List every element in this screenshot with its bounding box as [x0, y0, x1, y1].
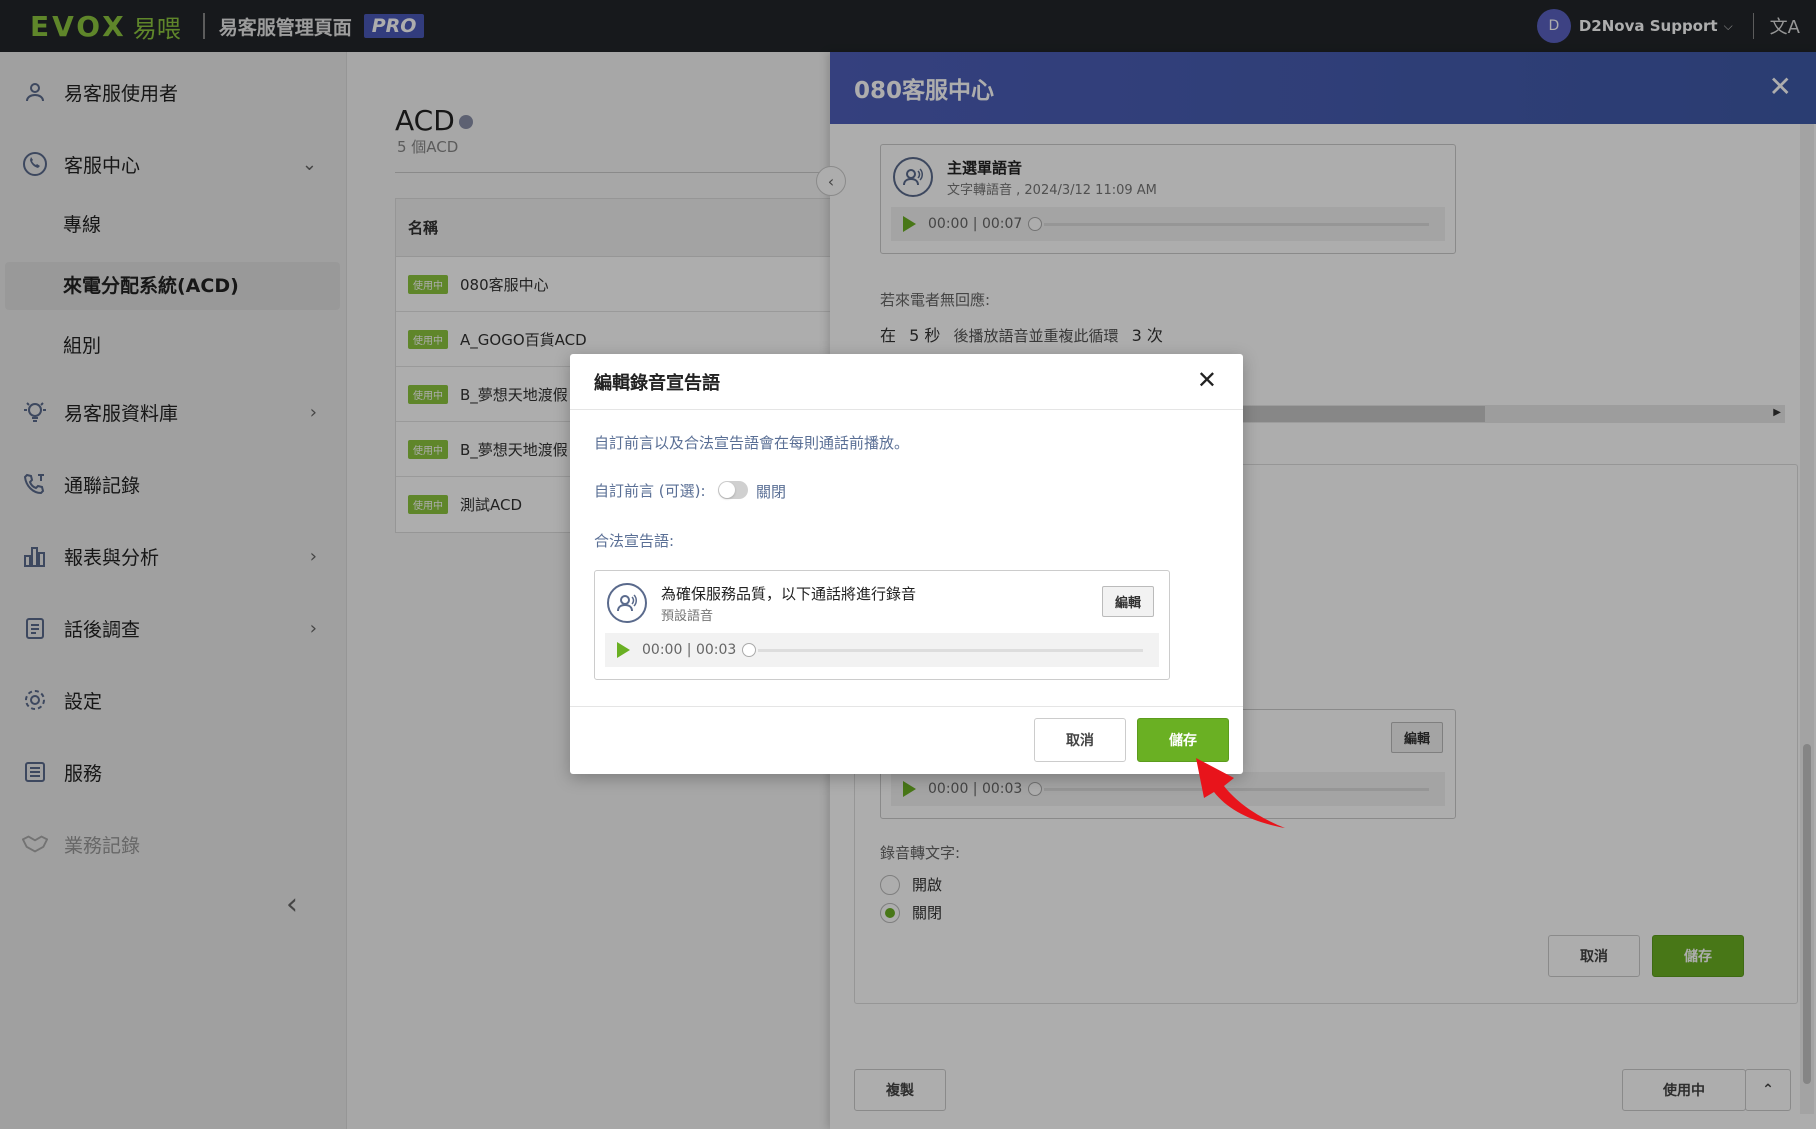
- modal-title: 編輯錄音宣告語: [594, 372, 720, 394]
- custom-intro-label: 自訂前言 (可選):: [594, 482, 706, 500]
- toggle-state-label: 關閉: [756, 483, 787, 501]
- modal-description: 自訂前言以及合法宣告語會在每則通話前播放。: [594, 434, 910, 452]
- audio-player: 00:00 | 00:03: [605, 633, 1159, 667]
- time-readout: 00:00 | 00:03: [642, 642, 737, 658]
- seek-knob[interactable]: [742, 643, 757, 657]
- modal-header: 編輯錄音宣告語: [570, 354, 1243, 410]
- voice-meta: 預設語音: [661, 609, 714, 624]
- voice-icon: [607, 583, 647, 623]
- modal-footer-divider: [570, 706, 1243, 707]
- cancel-button[interactable]: 取消: [1034, 718, 1126, 762]
- legal-announcement-label: 合法宣告語:: [594, 532, 675, 550]
- legal-voice-card: 為確保服務品質，以下通話將進行錄音 預設語音 編輯 00:00 | 00:03: [594, 570, 1170, 680]
- edit-button[interactable]: 編輯: [1102, 586, 1155, 617]
- play-icon[interactable]: [617, 642, 630, 658]
- seek-track[interactable]: [758, 648, 1143, 652]
- close-icon[interactable]: ✕: [1197, 366, 1217, 394]
- edit-announcement-modal: 編輯錄音宣告語 ✕ 自訂前言以及合法宣告語會在每則通話前播放。 自訂前言 (可選…: [570, 354, 1243, 774]
- custom-intro-toggle[interactable]: [718, 481, 748, 499]
- annotation-arrow-icon: [1196, 758, 1285, 828]
- voice-name: 為確保服務品質，以下通話將進行錄音: [661, 585, 917, 603]
